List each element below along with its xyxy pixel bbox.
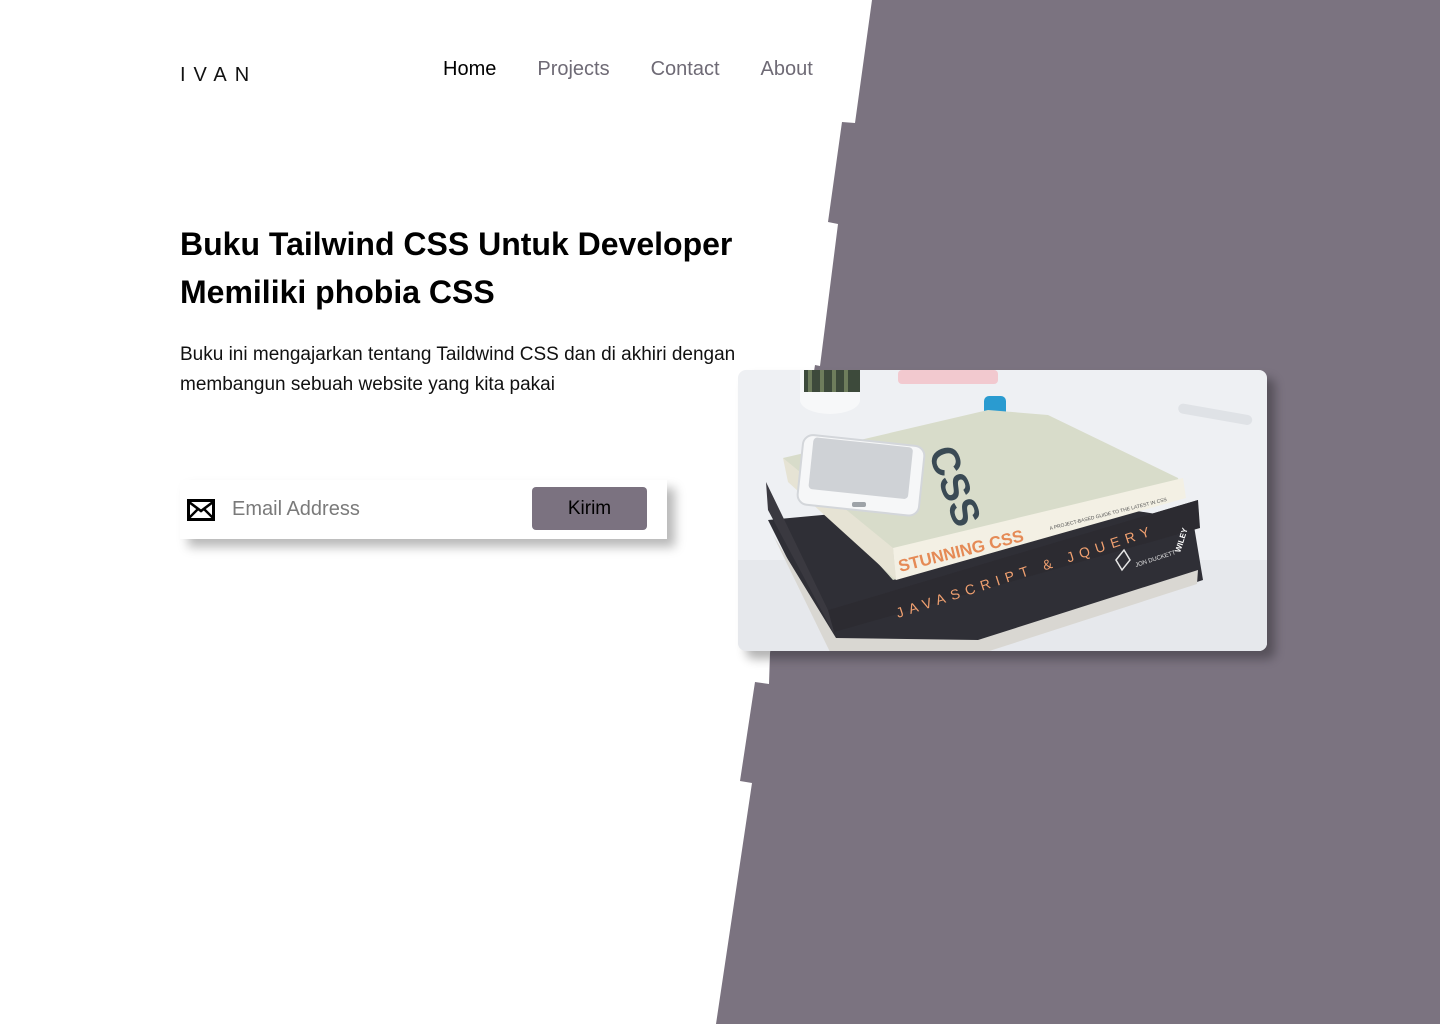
nav-projects-link[interactable]: Projects: [537, 58, 609, 81]
brand-logo[interactable]: IVAN: [180, 64, 257, 87]
hero-title: Buku Tailwind CSS Untuk Developer Memili…: [180, 226, 733, 310]
mail-icon: [187, 498, 215, 521]
hero-description: Buku ini mengajarkan tentang Taildwind C…: [180, 344, 736, 395]
email-input[interactable]: [230, 497, 524, 522]
submit-button[interactable]: Kirim: [532, 487, 647, 530]
main-nav: Home Projects Contact About: [443, 58, 813, 81]
nav-about-link[interactable]: About: [761, 58, 813, 81]
email-subscribe-form: Kirim: [180, 480, 667, 539]
books-photo: JAVASCRIPT & JQUERY JON DUCKETT WILEY ST…: [738, 370, 1267, 651]
nav-home-link[interactable]: Home: [443, 58, 496, 81]
nav-contact-link[interactable]: Contact: [651, 58, 720, 81]
